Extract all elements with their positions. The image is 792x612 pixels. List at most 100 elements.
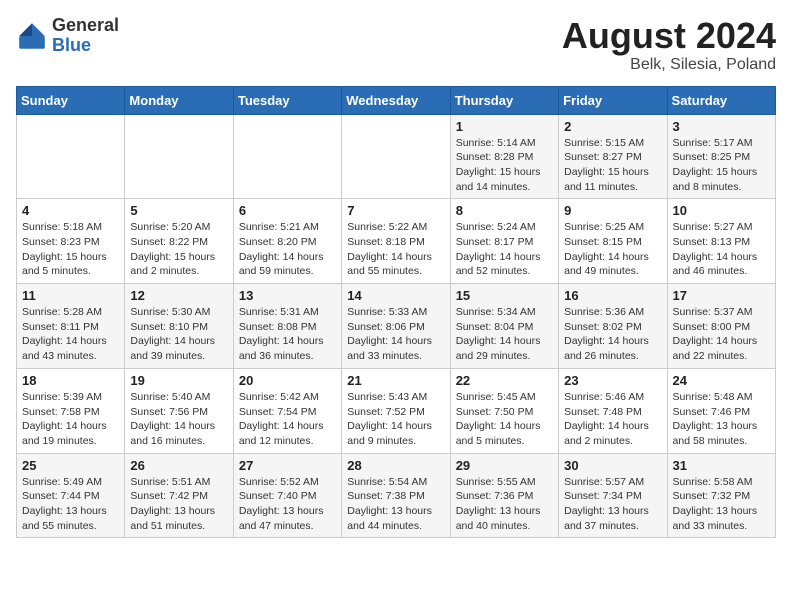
day-number: 22 xyxy=(456,373,553,388)
day-cell: 6Sunrise: 5:21 AM Sunset: 8:20 PM Daylig… xyxy=(233,199,341,284)
day-info: Sunrise: 5:24 AM Sunset: 8:17 PM Dayligh… xyxy=(456,220,553,279)
day-info: Sunrise: 5:48 AM Sunset: 7:46 PM Dayligh… xyxy=(673,390,770,449)
day-number: 21 xyxy=(347,373,444,388)
day-info: Sunrise: 5:17 AM Sunset: 8:25 PM Dayligh… xyxy=(673,136,770,195)
header-cell-thursday: Thursday xyxy=(450,86,558,114)
month-year: August 2024 xyxy=(562,16,776,56)
day-number: 6 xyxy=(239,203,336,218)
day-info: Sunrise: 5:55 AM Sunset: 7:36 PM Dayligh… xyxy=(456,475,553,534)
day-cell: 13Sunrise: 5:31 AM Sunset: 8:08 PM Dayli… xyxy=(233,284,341,369)
day-cell: 11Sunrise: 5:28 AM Sunset: 8:11 PM Dayli… xyxy=(17,284,125,369)
day-number: 15 xyxy=(456,288,553,303)
header-cell-sunday: Sunday xyxy=(17,86,125,114)
day-info: Sunrise: 5:33 AM Sunset: 8:06 PM Dayligh… xyxy=(347,305,444,364)
day-number: 29 xyxy=(456,458,553,473)
day-cell: 1 Sunrise: 5:14 AM Sunset: 8:28 PM Daylig… xyxy=(450,114,558,199)
day-number: 19 xyxy=(130,373,227,388)
logo: General Blue xyxy=(16,16,119,56)
day-cell: 30 Sunrise: 5:57 AM Sunset: 7:34 PM Dayli… xyxy=(559,453,667,538)
day-cell: 5Sunrise: 5:20 AM Sunset: 8:22 PM Daylig… xyxy=(125,199,233,284)
day-number: 26 xyxy=(130,458,227,473)
day-number: 18 xyxy=(22,373,119,388)
day-info: Sunrise: 5:39 AM Sunset: 7:58 PM Dayligh… xyxy=(22,390,119,449)
day-number: 10 xyxy=(673,203,770,218)
day-number: 30 xyxy=(564,458,661,473)
header-cell-friday: Friday xyxy=(559,86,667,114)
day-number: 7 xyxy=(347,203,444,218)
day-number: 17 xyxy=(673,288,770,303)
day-cell: 21 Sunrise: 5:43 AM Sunset: 7:52 PM Dayli… xyxy=(342,368,450,453)
day-info: Sunrise: 5:18 AM Sunset: 8:23 PM Dayligh… xyxy=(22,220,119,279)
header-cell-wednesday: Wednesday xyxy=(342,86,450,114)
day-info: Sunrise: 5:22 AM Sunset: 8:18 PM Dayligh… xyxy=(347,220,444,279)
day-number: 1 xyxy=(456,119,553,134)
title-area: August 2024 Belk, Silesia, Poland xyxy=(562,16,776,74)
day-cell: 22 Sunrise: 5:45 AM Sunset: 7:50 PM Dayli… xyxy=(450,368,558,453)
day-cell: 28Sunrise: 5:54 AM Sunset: 7:38 PM Dayli… xyxy=(342,453,450,538)
day-info: Sunrise: 5:42 AM Sunset: 7:54 PM Dayligh… xyxy=(239,390,336,449)
day-number: 25 xyxy=(22,458,119,473)
day-number: 28 xyxy=(347,458,444,473)
day-cell: 20 Sunrise: 5:42 AM Sunset: 7:54 PM Dayli… xyxy=(233,368,341,453)
day-info: Sunrise: 5:49 AM Sunset: 7:44 PM Dayligh… xyxy=(22,475,119,534)
day-info: Sunrise: 5:15 AM Sunset: 8:27 PM Dayligh… xyxy=(564,136,661,195)
day-info: Sunrise: 5:52 AM Sunset: 7:40 PM Dayligh… xyxy=(239,475,336,534)
day-cell xyxy=(125,114,233,199)
day-number: 9 xyxy=(564,203,661,218)
day-info: Sunrise: 5:45 AM Sunset: 7:50 PM Dayligh… xyxy=(456,390,553,449)
day-cell: 16Sunrise: 5:36 AM Sunset: 8:02 PM Dayli… xyxy=(559,284,667,369)
week-row-3: 11Sunrise: 5:28 AM Sunset: 8:11 PM Dayli… xyxy=(17,284,776,369)
day-cell: 8Sunrise: 5:24 AM Sunset: 8:17 PM Daylig… xyxy=(450,199,558,284)
week-row-1: 1 Sunrise: 5:14 AM Sunset: 8:28 PM Daylig… xyxy=(17,114,776,199)
day-cell: 10 Sunrise: 5:27 AM Sunset: 8:13 PM Dayli… xyxy=(667,199,775,284)
day-cell xyxy=(342,114,450,199)
day-cell: 14 Sunrise: 5:33 AM Sunset: 8:06 PM Dayli… xyxy=(342,284,450,369)
day-cell: 3 Sunrise: 5:17 AM Sunset: 8:25 PM Daylig… xyxy=(667,114,775,199)
location: Belk, Silesia, Poland xyxy=(562,56,776,74)
header: General Blue August 2024 Belk, Silesia, … xyxy=(16,16,776,74)
day-cell xyxy=(233,114,341,199)
day-number: 3 xyxy=(673,119,770,134)
day-cell: 12Sunrise: 5:30 AM Sunset: 8:10 PM Dayli… xyxy=(125,284,233,369)
day-number: 16 xyxy=(564,288,661,303)
week-row-2: 4 Sunrise: 5:18 AM Sunset: 8:23 PM Daylig… xyxy=(17,199,776,284)
day-number: 24 xyxy=(673,373,770,388)
day-number: 4 xyxy=(22,203,119,218)
day-cell: 4 Sunrise: 5:18 AM Sunset: 8:23 PM Daylig… xyxy=(17,199,125,284)
logo-general-text: General xyxy=(52,16,119,36)
day-number: 12 xyxy=(130,288,227,303)
day-cell: 27Sunrise: 5:52 AM Sunset: 7:40 PM Dayli… xyxy=(233,453,341,538)
day-number: 2 xyxy=(564,119,661,134)
day-cell: 25 Sunrise: 5:49 AM Sunset: 7:44 PM Dayli… xyxy=(17,453,125,538)
day-number: 23 xyxy=(564,373,661,388)
day-cell: 9 Sunrise: 5:25 AM Sunset: 8:15 PM Daylig… xyxy=(559,199,667,284)
day-number: 20 xyxy=(239,373,336,388)
day-info: Sunrise: 5:43 AM Sunset: 7:52 PM Dayligh… xyxy=(347,390,444,449)
day-info: Sunrise: 5:20 AM Sunset: 8:22 PM Dayligh… xyxy=(130,220,227,279)
day-info: Sunrise: 5:31 AM Sunset: 8:08 PM Dayligh… xyxy=(239,305,336,364)
header-cell-tuesday: Tuesday xyxy=(233,86,341,114)
logo-icon xyxy=(16,20,48,52)
calendar-header: SundayMondayTuesdayWednesdayThursdayFrid… xyxy=(17,86,776,114)
day-cell: 2 Sunrise: 5:15 AM Sunset: 8:27 PM Daylig… xyxy=(559,114,667,199)
day-info: Sunrise: 5:40 AM Sunset: 7:56 PM Dayligh… xyxy=(130,390,227,449)
header-cell-monday: Monday xyxy=(125,86,233,114)
day-cell: 7 Sunrise: 5:22 AM Sunset: 8:18 PM Daylig… xyxy=(342,199,450,284)
day-number: 31 xyxy=(673,458,770,473)
day-info: Sunrise: 5:57 AM Sunset: 7:34 PM Dayligh… xyxy=(564,475,661,534)
day-cell: 19 Sunrise: 5:40 AM Sunset: 7:56 PM Dayli… xyxy=(125,368,233,453)
day-info: Sunrise: 5:51 AM Sunset: 7:42 PM Dayligh… xyxy=(130,475,227,534)
day-cell: 24 Sunrise: 5:48 AM Sunset: 7:46 PM Dayli… xyxy=(667,368,775,453)
day-info: Sunrise: 5:27 AM Sunset: 8:13 PM Dayligh… xyxy=(673,220,770,279)
day-info: Sunrise: 5:28 AM Sunset: 8:11 PM Dayligh… xyxy=(22,305,119,364)
day-info: Sunrise: 5:25 AM Sunset: 8:15 PM Dayligh… xyxy=(564,220,661,279)
header-row: SundayMondayTuesdayWednesdayThursdayFrid… xyxy=(17,86,776,114)
day-cell: 18 Sunrise: 5:39 AM Sunset: 7:58 PM Dayli… xyxy=(17,368,125,453)
day-cell: 15Sunrise: 5:34 AM Sunset: 8:04 PM Dayli… xyxy=(450,284,558,369)
day-cell: 29 Sunrise: 5:55 AM Sunset: 7:36 PM Dayli… xyxy=(450,453,558,538)
day-info: Sunrise: 5:46 AM Sunset: 7:48 PM Dayligh… xyxy=(564,390,661,449)
day-number: 14 xyxy=(347,288,444,303)
day-info: Sunrise: 5:14 AM Sunset: 8:28 PM Dayligh… xyxy=(456,136,553,195)
logo-blue-text: Blue xyxy=(52,36,119,56)
logo-text: General Blue xyxy=(52,16,119,56)
